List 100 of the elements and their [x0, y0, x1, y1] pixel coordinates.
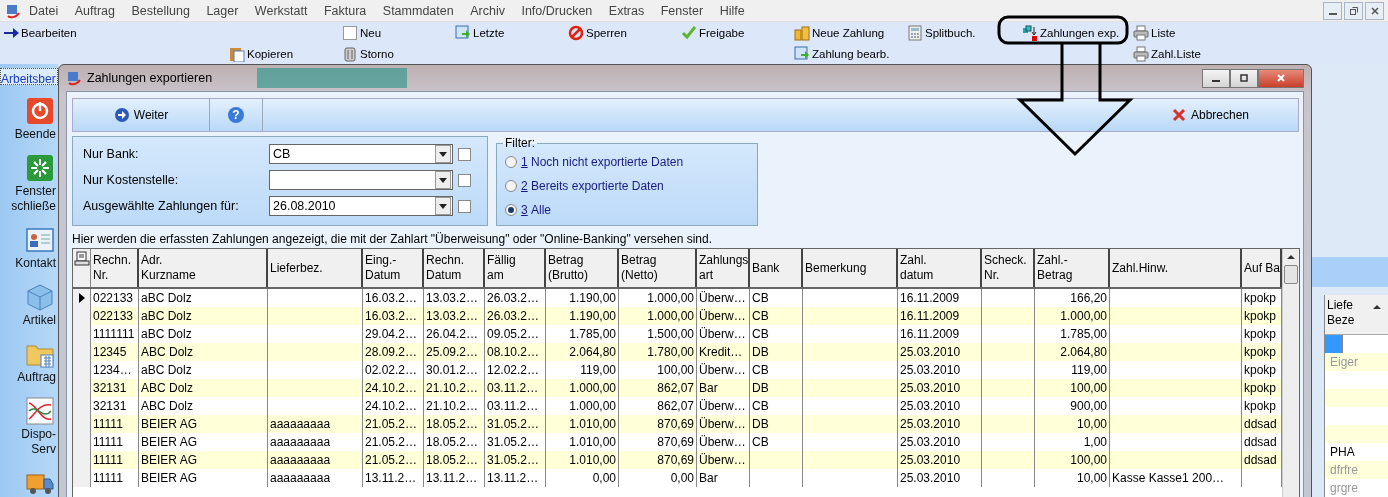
table-row[interactable]: 11111 BEIER AG aaaaaaaaa 21.05.2… 18.05.2… 31.05.2… 1.010,00 870,69 Überw… 25.03.2010 100,00 ddsad: [73, 451, 1282, 469]
scroll-thumb[interactable]: [1284, 265, 1298, 284]
column-header[interactable]: Zahl.Hinw.: [1110, 249, 1242, 287]
maximize-button[interactable]: [1230, 68, 1258, 88]
table-row[interactable]: 12345 ABC Dolz 28.09.2… 25.09.2… 08.10.2… 2.064,80 1.780,00 Kredit… DB 25.03.2010 2.064,80 kpokp: [73, 343, 1282, 361]
table-row[interactable]: 11111 BEIER AG aaaaaaaaa 13.11.2… 13.11.2… 13.11.2… 0,00 0,00 Bar 25.03.2010 10,00 Kasse Kasse1 200…: [73, 469, 1282, 487]
menu-item[interactable]: Auftrag: [74, 3, 115, 18]
row-selector[interactable]: [73, 289, 91, 307]
checkbox[interactable]: [458, 173, 471, 187]
toolbar-button[interactable]: Freigabe: [681, 24, 745, 41]
menu-item[interactable]: Bestellung: [131, 3, 190, 18]
minimize-button[interactable]: [1323, 1, 1342, 20]
column-header[interactable]: Betrag (Brutto): [546, 249, 619, 287]
column-header[interactable]: Eing.- Datum: [363, 249, 424, 287]
toolbar-button[interactable]: Neue Zahlung: [794, 24, 885, 41]
dropdown-field[interactable]: CB: [269, 144, 453, 164]
checkbox[interactable]: [458, 147, 471, 161]
table-row[interactable]: 32131 ABC Dolz 24.10.2… 21.10.2… 03.11.2… 1.000,00 862,07 Bar DB 25.03.2010 100,00 kpokp: [73, 379, 1282, 397]
table-cell-text: kpokp: [1244, 326, 1277, 343]
sidebar-label[interactable]: Kontakt: [0, 256, 56, 271]
sparkle-icon[interactable]: [26, 154, 54, 182]
contact-card-icon[interactable]: [26, 226, 54, 254]
cube-icon[interactable]: [26, 283, 54, 311]
toolbar-button[interactable]: Neu: [342, 24, 382, 41]
table-cell-text: 25.03.2010: [900, 344, 961, 361]
table-cell-text: ddsad: [1244, 416, 1277, 433]
cancel-button[interactable]: Abbrechen: [1162, 99, 1258, 131]
radio-option[interactable]: 3 Alle: [505, 198, 757, 222]
sidebar-label[interactable]: Fenster schließe: [0, 184, 56, 214]
chart-icon[interactable]: [26, 397, 54, 425]
table-row[interactable]: 11111 BEIER AG aaaaaaaaa 21.05.2… 18.05.2… 31.05.2… 1.010,00 870,69 Überw… CB 25.03.2010 1,00 ddsad: [73, 433, 1282, 451]
list-row[interactable]: PHA: [1325, 443, 1388, 461]
column-header[interactable]: Zahl.- Betrag: [1035, 249, 1110, 287]
radio-option[interactable]: 2 Bereits exportierte Daten: [505, 174, 757, 198]
radio-option[interactable]: 1 Noch nicht exportierte Daten: [505, 150, 757, 174]
column-header[interactable]: Scheck. Nr.: [982, 249, 1035, 287]
toolbar-button[interactable]: Bearbeiten: [3, 24, 77, 41]
table-row[interactable]: 11111 BEIER AG aaaaaaaaa 21.05.2… 18.05.2… 31.05.2… 1.010,00 870,69 Überw… DB 25.03.2010 10,00 ddsad: [73, 415, 1282, 433]
toolbar-button[interactable]: Kopieren: [229, 45, 294, 62]
sidebar-tab[interactable]: Arbeitsber: [0, 68, 58, 85]
list-item-text: Eiger: [1330, 355, 1358, 369]
power-icon[interactable]: [26, 97, 54, 125]
close-button[interactable]: [1258, 68, 1304, 88]
scrollbar[interactable]: [1282, 249, 1299, 497]
toolbar-button[interactable]: Zahlungen exp.: [1020, 24, 1122, 41]
minimize-button[interactable]: [1202, 68, 1230, 88]
sidebar-label[interactable]: Beende: [0, 127, 56, 142]
column-header: Liefe Beze: [1327, 298, 1356, 328]
column-header[interactable]: Fällig am: [485, 249, 546, 287]
column-header[interactable]: Zahlungs art: [697, 249, 750, 287]
menu-item[interactable]: Datei: [29, 3, 59, 18]
table-cell-text: 25.09.2…: [426, 344, 479, 361]
dropdown-field[interactable]: 26.08.2010: [269, 196, 453, 216]
dropdown-field[interactable]: [269, 170, 453, 190]
menu-item[interactable]: Archiv: [470, 3, 505, 18]
table-row[interactable]: 1111111 aBC Dolz 29.04.2… 26.04.2… 09.05.2… 1.785,00 1.500,00 Überw… CB 16.11.2009 1.785,00 kpokp: [73, 325, 1282, 343]
menu-item[interactable]: Faktura: [323, 3, 367, 18]
column-header[interactable]: Lieferbez.: [268, 249, 363, 287]
column-header[interactable]: Bemerkung: [803, 249, 898, 287]
toolbar-button[interactable]: Splitbuch.: [907, 24, 976, 41]
column-header[interactable]: Adr. Kurzname: [139, 249, 268, 287]
table-cell-text: 1.000,00: [569, 398, 616, 415]
menu-item[interactable]: Hilfe: [719, 3, 745, 18]
column-header[interactable]: Bank: [750, 249, 803, 287]
help-button[interactable]: ?: [228, 107, 244, 123]
next-button[interactable]: Weiter: [73, 99, 210, 131]
toolbar-button[interactable]: Liste: [1133, 24, 1176, 41]
sidebar-label[interactable]: Auftrag: [0, 370, 56, 385]
table-row[interactable]: 022133 aBC Dolz 16.03.2… 13.03.2… 26.03.2… 1.190,00 1.000,00 Überw… CB 16.11.2009 166,20 kpokp: [73, 289, 1282, 307]
menu-item[interactable]: Info/Drucken: [521, 3, 593, 18]
toolbar-button[interactable]: Zahlung bearb.: [794, 45, 890, 62]
table-cell-text: 1.000,00: [1060, 308, 1107, 325]
menu-item[interactable]: Stammdaten: [382, 3, 454, 18]
close-button[interactable]: [1365, 1, 1384, 20]
toolbar-button[interactable]: Zahl.Liste: [1133, 45, 1201, 62]
sidebar-label[interactable]: Artikel: [0, 313, 56, 328]
table-cell-text: aBC Dolz: [141, 362, 192, 379]
scroll-up-icon[interactable]: [1373, 304, 1381, 310]
document-icon[interactable]: [73, 251, 90, 267]
column-header[interactable]: Betrag (Netto): [619, 249, 697, 287]
toolbar-button[interactable]: Storno: [342, 45, 394, 62]
table-row[interactable]: 022133 aBC Dolz 16.03.2… 13.03.2… 26.03.2… 1.190,00 1.000,00 Überw… CB 16.11.2009 1.000,00 kpokp: [73, 307, 1282, 325]
restore-button[interactable]: [1344, 1, 1363, 20]
checkbox[interactable]: [458, 199, 471, 213]
sidebar-label[interactable]: Dispo-Serv: [0, 427, 56, 457]
table-cell-text: CB: [752, 362, 769, 379]
menu-item[interactable]: Lager: [206, 3, 239, 18]
menu-item[interactable]: Werkstatt: [254, 3, 308, 18]
column-header[interactable]: Zahl. datum: [898, 249, 982, 287]
menu-item[interactable]: Fenster: [660, 3, 704, 18]
column-header[interactable]: Rechn. Datum: [424, 249, 485, 287]
table-cell-text: Kredit…: [699, 344, 743, 361]
toolbar-button[interactable]: Sperren: [568, 24, 627, 41]
table-row[interactable]: 32131 ABC Dolz 24.10.2… 21.10.2… 03.11.2… 1.000,00 862,07 Überw… CB 25.03.2010 900,00 kpokp: [73, 397, 1282, 415]
toolbar-button[interactable]: Letzte: [455, 24, 505, 41]
menu-item[interactable]: Extras: [608, 3, 645, 18]
column-header[interactable]: Rechn. Nr.: [91, 249, 139, 287]
table-row[interactable]: 1234… aBC Dolz 02.02.2… 30.01.2… 12.02.2… 119,00 100,00 Überw… CB 25.03.2010 119,00 kpokp: [73, 361, 1282, 379]
table-cell-text: 08.10.2…: [487, 344, 540, 361]
scroll-up-icon[interactable]: [1287, 254, 1295, 260]
